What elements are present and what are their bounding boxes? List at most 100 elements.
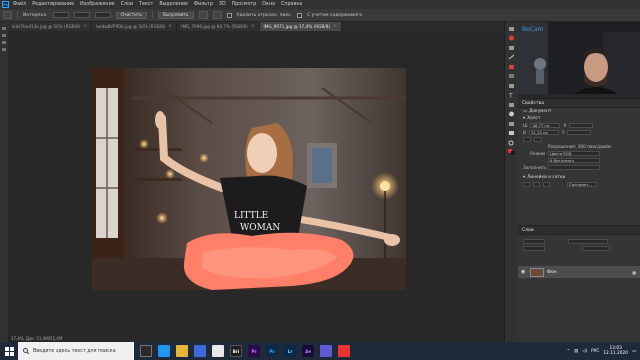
zoom-value[interactable]: 17,4% — [11, 336, 24, 341]
layer-row[interactable]: ◉ Фон ■ — [518, 266, 640, 278]
zoom-tool-icon[interactable] — [508, 139, 516, 146]
width-row: Ш 46,77 см X — [518, 122, 640, 129]
layers-header[interactable]: Слои — [518, 226, 640, 235]
crop-width-input[interactable] — [73, 12, 90, 18]
document-tab[interactable]: IMG_7996.jpg @ 84,7% (RGB/8) × — [177, 22, 260, 31]
premiere-app-icon[interactable]: Pr — [248, 345, 260, 357]
menu-select[interactable]: Выделение — [159, 2, 188, 7]
straighten-button[interactable]: Выпрямить — [157, 11, 194, 19]
document-tab[interactable]: belka8VPPDk.jpg @ 50% (RGB/8) × — [92, 22, 178, 31]
text-tool-icon[interactable]: T — [508, 92, 516, 99]
blend-mode-select[interactable] — [568, 239, 608, 244]
grid-icon[interactable] — [533, 182, 540, 187]
eye-icon[interactable]: ◉ — [521, 269, 527, 275]
media-app-icon[interactable] — [338, 345, 350, 357]
menu-window[interactable]: Окно — [262, 2, 275, 7]
taskbar-search-input[interactable]: Введите здесь текст для поиска — [18, 342, 134, 360]
interpolation-select[interactable] — [52, 12, 69, 18]
rulers-unit-select[interactable]: Сантимет... — [567, 182, 597, 187]
hand-tool-icon[interactable] — [508, 130, 516, 137]
gear-icon[interactable] — [212, 11, 222, 19]
width-label: Ш — [523, 123, 528, 128]
file-explorer-icon[interactable] — [176, 345, 188, 357]
move-tool-icon[interactable] — [2, 27, 6, 30]
lightroom-app-icon[interactable]: Lr — [284, 345, 296, 357]
properties-header[interactable]: Свойства — [518, 99, 640, 108]
y-field[interactable] — [567, 130, 592, 135]
content-aware-checkbox[interactable] — [297, 12, 303, 18]
gradient-icon[interactable] — [508, 73, 516, 80]
brush-icon[interactable] — [508, 54, 516, 61]
menu-help[interactable]: Справка — [281, 2, 302, 7]
height-field[interactable]: 31,18 см — [528, 130, 559, 135]
delete-cropped-checkbox[interactable] — [226, 12, 232, 18]
portrait-icon[interactable] — [523, 137, 531, 142]
close-icon[interactable]: × — [333, 24, 337, 29]
menu-view[interactable]: Просмотр — [232, 2, 257, 7]
store-icon[interactable] — [194, 345, 206, 357]
photoshop-logo[interactable]: Ps — [2, 1, 9, 8]
lasso-tool-icon[interactable] — [2, 41, 6, 44]
width-field[interactable]: 46,77 см — [530, 123, 561, 128]
notifications-icon[interactable]: ▭ — [632, 349, 636, 354]
canvas-section-header[interactable]: ▾ Холст — [518, 115, 640, 122]
clear-button[interactable]: Очистить — [115, 11, 147, 19]
messenger-icon[interactable] — [320, 345, 332, 357]
adjustments-icon[interactable] — [508, 35, 516, 42]
marquee-tool-icon[interactable] — [2, 34, 6, 37]
menu-type[interactable]: Текст — [139, 2, 153, 7]
chevron-down-icon: ▾ — [523, 116, 526, 121]
windows-start-button[interactable] — [0, 342, 18, 360]
x-field[interactable] — [569, 123, 594, 128]
language-indicator[interactable]: РУС — [591, 349, 599, 354]
after-effects-app-icon[interactable]: Ae — [302, 345, 314, 357]
fill-select[interactable] — [548, 165, 600, 170]
crop-tool-preset-icon[interactable] — [3, 11, 12, 19]
volume-icon[interactable]: ◁) — [582, 349, 587, 354]
landscape-icon[interactable] — [534, 137, 542, 142]
libraries-icon[interactable] — [508, 44, 516, 51]
overlay-grid-icon[interactable] — [198, 11, 208, 19]
document-tab[interactable]: kids7bed13k.jpg @ 50% (RGB/8) × — [8, 22, 93, 31]
chevron-up-icon[interactable]: ⌃ — [566, 349, 570, 354]
menu-edit[interactable]: Редактирование — [32, 2, 74, 7]
menu-image[interactable]: Изображение — [80, 2, 115, 7]
network-icon[interactable]: ▤ — [574, 349, 578, 354]
patterns-icon[interactable] — [508, 82, 516, 89]
bridge-app-icon[interactable]: Bri — [230, 345, 242, 357]
menu-file[interactable]: Файл — [13, 2, 26, 7]
menu-3d[interactable]: 3D — [219, 2, 226, 7]
paths-icon[interactable] — [508, 120, 516, 127]
document-photo[interactable]: LITTLE WOMAN — [92, 68, 406, 290]
rulers-section-header[interactable]: ▾ Линейки и сетки — [518, 174, 640, 181]
canvas-area[interactable]: LITTLE WOMAN — [8, 31, 504, 342]
close-icon[interactable]: × — [83, 24, 87, 29]
menu-layers[interactable]: Слои — [121, 2, 133, 7]
layer-filter-select[interactable] — [523, 239, 545, 244]
close-icon[interactable]: × — [168, 24, 172, 29]
menu-filter[interactable]: Фильтр — [194, 2, 213, 7]
history-icon[interactable] — [508, 25, 516, 32]
clock[interactable]: 13:03 12.11.2020 — [603, 346, 628, 356]
shirt-text-line2: WOMAN — [240, 223, 280, 233]
channels-icon[interactable] — [508, 111, 516, 118]
chrome-icon[interactable] — [212, 345, 224, 357]
crop-tool-icon[interactable] — [2, 48, 6, 51]
lock-icon[interactable]: ■ — [632, 270, 636, 275]
depth-select[interactable]: 8 бит/канал — [548, 158, 600, 163]
edge-browser-icon[interactable] — [158, 345, 170, 357]
lock-options[interactable] — [523, 246, 545, 251]
task-view-icon[interactable] — [140, 345, 152, 357]
close-icon[interactable]: × — [251, 24, 255, 29]
ruler-icon[interactable] — [523, 182, 530, 187]
foreground-color-icon[interactable] — [508, 149, 516, 156]
photoshop-app-icon[interactable]: Ps — [266, 345, 278, 357]
crop-height-input[interactable] — [94, 12, 111, 18]
paragraph-icon[interactable] — [508, 101, 516, 108]
y-label: Y — [561, 130, 565, 135]
opacity-field[interactable] — [582, 246, 610, 251]
mode-select[interactable]: Цвета RGB — [548, 151, 600, 156]
swatches-icon[interactable] — [508, 63, 516, 70]
guides-icon[interactable] — [543, 182, 550, 187]
document-tab-active[interactable]: IMG_9071.jpg @ 17,4% (RGB/8) × — [259, 22, 342, 31]
